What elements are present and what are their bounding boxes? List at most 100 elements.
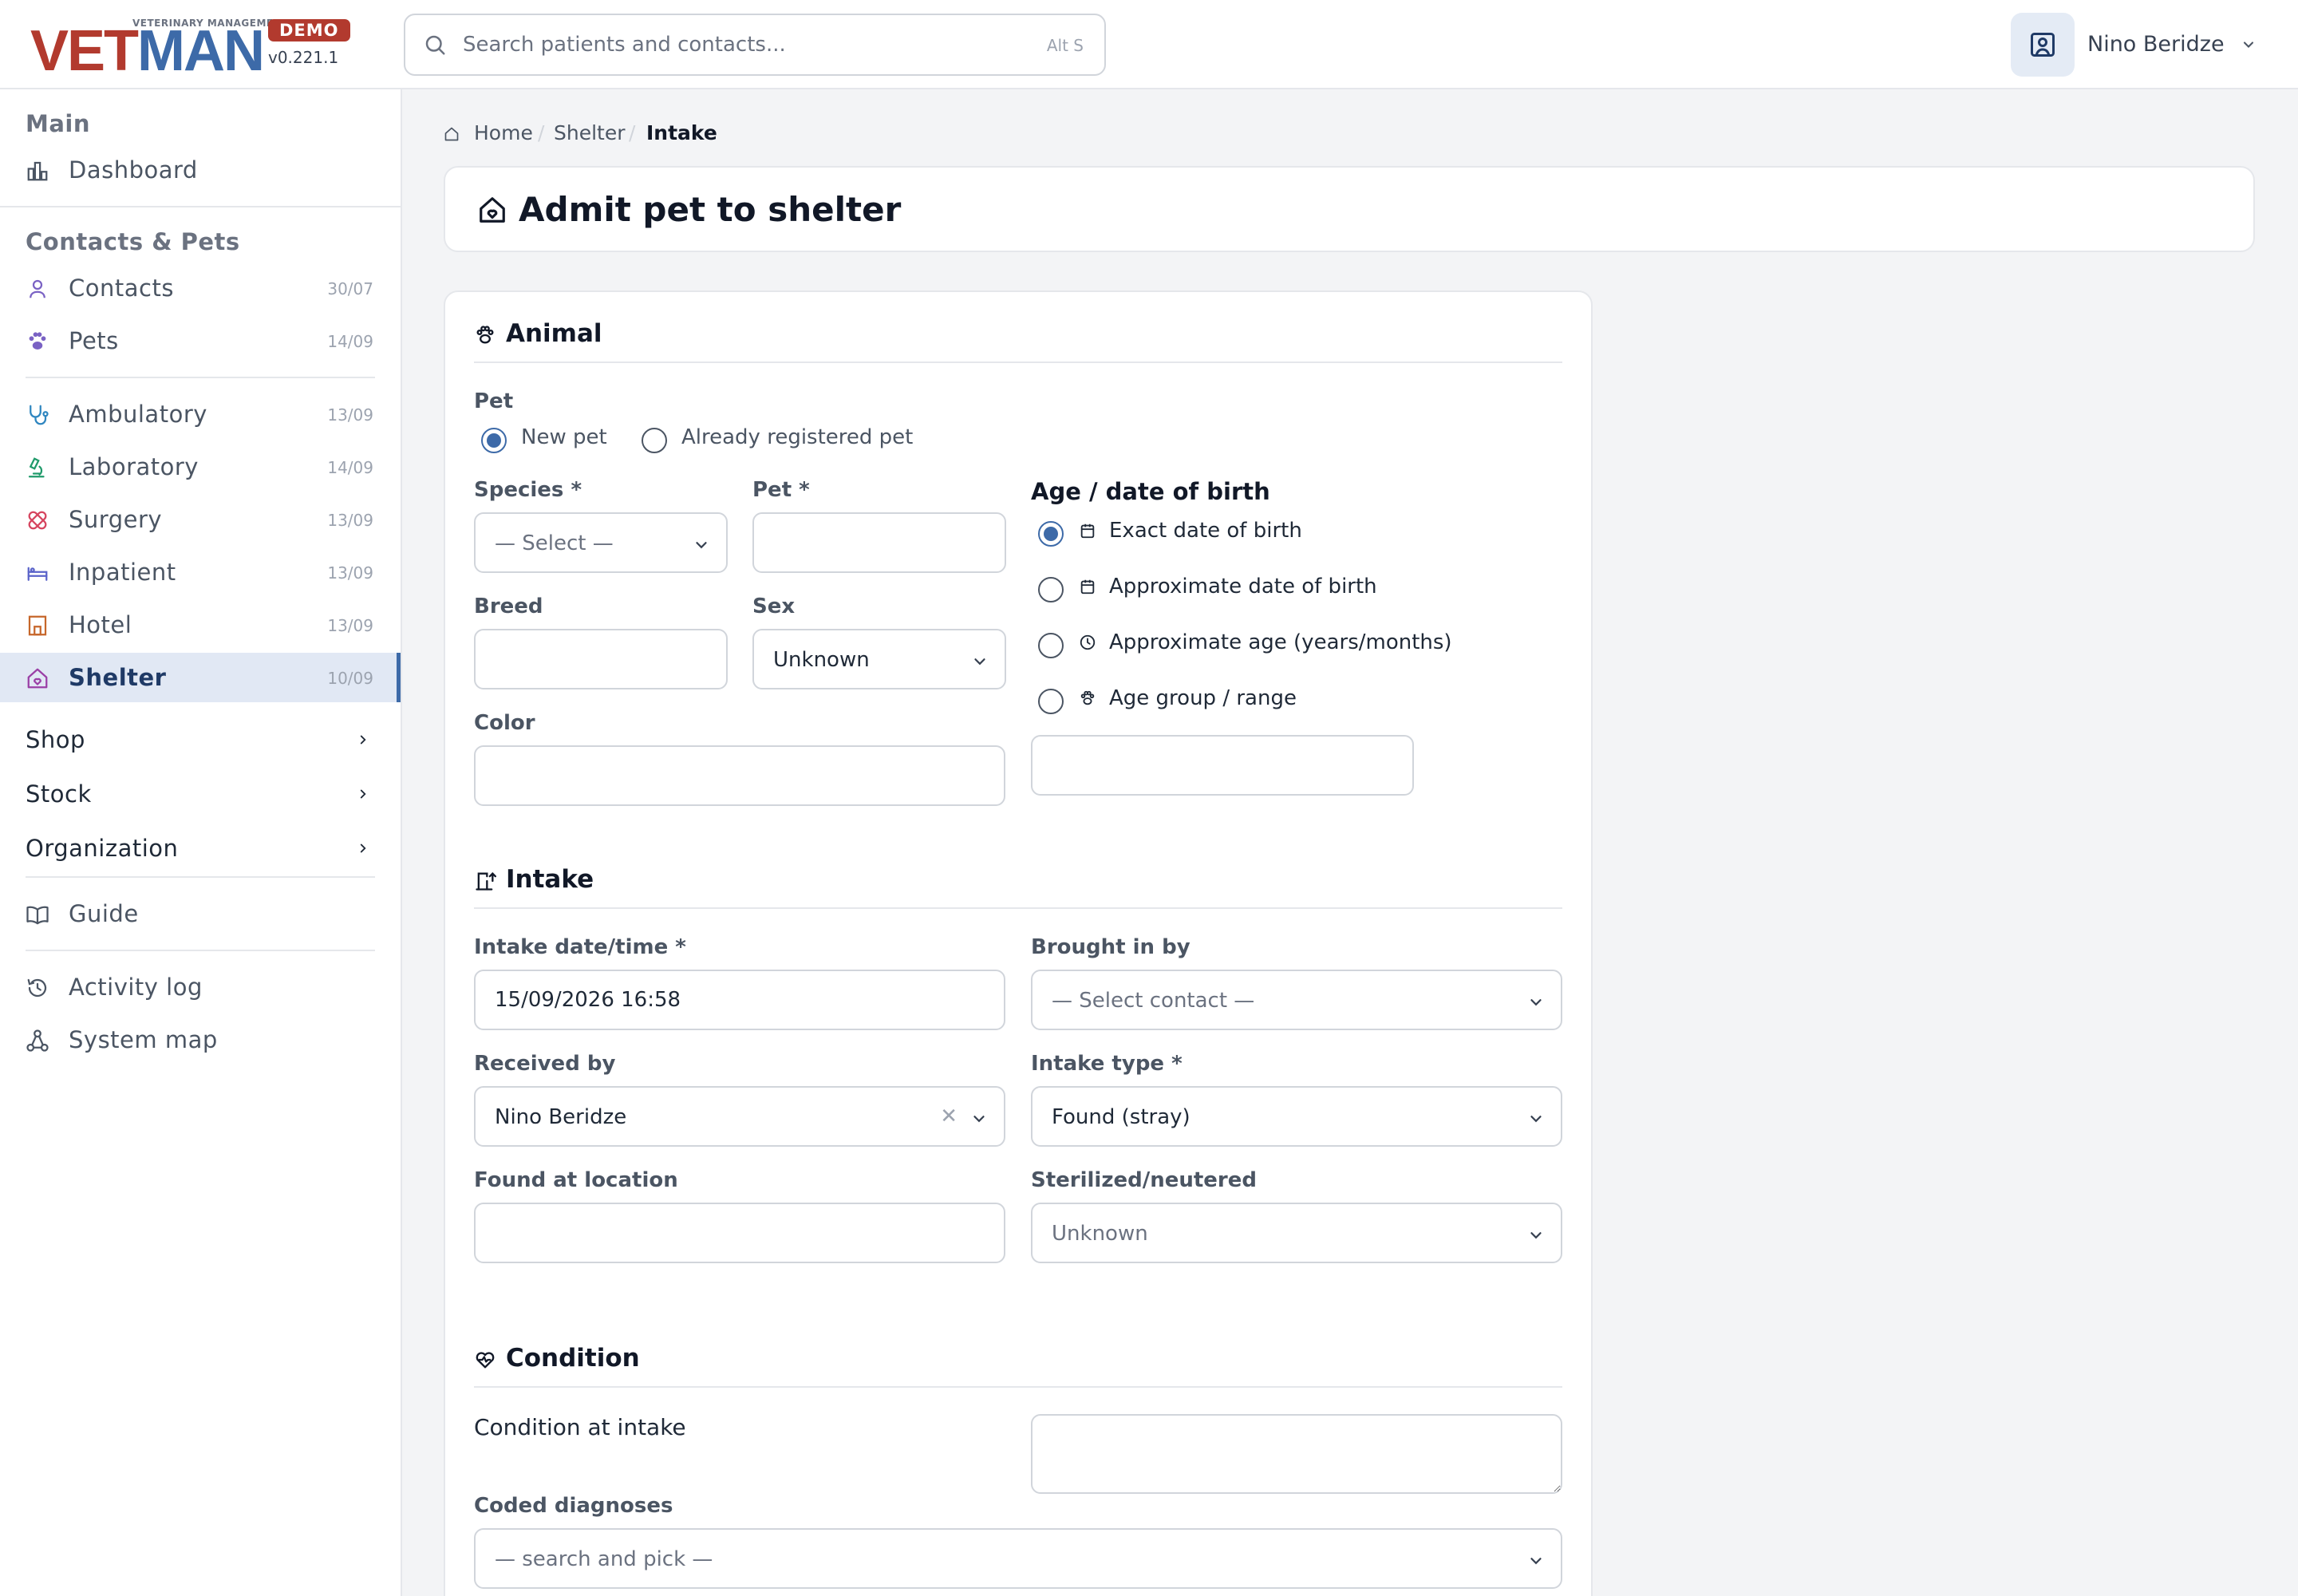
sidebar-item-ambulatory[interactable]: Ambulatory 13/09 [0,389,401,439]
radio-new-pet[interactable] [481,428,507,453]
age-label: Age / date of birth [1031,478,1270,505]
dob-input[interactable] [1031,735,1414,796]
section-intake-title: Intake [506,865,594,894]
sidebar-item-label: Activity log [69,974,203,1001]
house-heart-icon [26,666,49,690]
diagram-icon [26,1029,49,1053]
species-select[interactable]: — Select — [474,512,728,573]
sidebar-item-shelter[interactable]: Shelter 10/09 [0,653,401,702]
breadcrumb-shelter[interactable]: Shelter [554,121,626,144]
sidebar-item-inpatient[interactable]: Inpatient 13/09 [0,547,401,597]
sidebar-item-label: Surgery [69,506,163,533]
breadcrumb-current: Intake [646,121,717,144]
user-avatar[interactable] [2011,13,2075,77]
clear-icon[interactable]: ✕ [940,1104,958,1128]
sidebar-item-hotel[interactable]: Hotel 13/09 [0,600,401,650]
sidebar-item-label: Guide [69,900,139,927]
sidebar-item-count: 13/09 [327,511,373,530]
sidebar-item-label: Inpatient [69,559,176,586]
radio-exact-dob[interactable] [1038,521,1064,547]
app-version: v0.221.1 [268,48,339,67]
home-icon[interactable] [444,124,460,147]
sidebar-item-label: Stock [26,780,92,808]
bar-chart-icon [26,159,49,183]
received-by-label: Received by [474,1052,616,1076]
breadcrumb-home[interactable]: Home [474,121,533,144]
search-box[interactable]: Alt S [404,14,1106,76]
sterilized-select[interactable]: Unknown [1031,1203,1562,1263]
sterilized-select-value: Unknown [1052,1222,1148,1246]
sex-select[interactable]: Unknown [752,629,1006,689]
pet-name-input[interactable] [752,512,1006,573]
radio-age-group-label[interactable]: Age group / range [1109,686,1297,710]
intake-type-select[interactable]: Found (stray) [1031,1086,1562,1147]
nav-divider [26,377,375,378]
radio-exact-dob-label[interactable]: Exact date of birth [1109,519,1302,543]
chevron-down-icon[interactable] [2241,37,2257,56]
sidebar-item-count: 13/09 [327,405,373,425]
person-icon [26,277,49,301]
coded-diagnoses-select[interactable]: — search and pick — [474,1528,1562,1589]
sidebar-item-label: Laboratory [69,453,199,480]
sidebar-item-guide[interactable]: Guide [0,889,401,938]
nav-divider [26,876,375,878]
user-menu[interactable]: Nino Beridze [2011,13,2274,77]
intake-datetime-input[interactable] [474,970,1005,1030]
search-input[interactable] [463,26,958,63]
found-location-label: Found at location [474,1168,678,1192]
stethoscope-icon [26,403,49,427]
sidebar-item-shop[interactable]: Shop [0,715,401,764]
sidebar-item-system-map[interactable]: System map [0,1015,401,1065]
search-icon [423,33,447,57]
sidebar-item-organization[interactable]: Organization [0,824,401,873]
heart-pulse-icon [474,1349,496,1374]
paw-icon [26,330,49,354]
radio-age-group[interactable] [1038,689,1064,714]
radio-new-pet-label[interactable]: New pet [521,425,607,449]
sidebar-item-count: 30/07 [327,279,373,298]
door-enter-icon [474,870,496,895]
breed-label: Breed [474,595,543,618]
sidebar-item-label: Ambulatory [69,401,207,428]
condition-textarea[interactable] [1031,1414,1562,1494]
sidebar-item-count: 13/09 [327,616,373,635]
sidebar-item-pets[interactable]: Pets 14/09 [0,316,401,365]
radio-approx-dob-label[interactable]: Approximate date of birth [1109,575,1377,598]
pet-mode-label: Pet [474,389,514,413]
sidebar-item-stock[interactable]: Stock [0,769,401,819]
top-bar: VETERINARY MANAGEMENT VETMAN DEMO v0.221… [0,0,2298,89]
chevron-down-icon [693,536,710,557]
radio-registered-pet[interactable] [642,428,667,453]
radio-approx-age-label[interactable]: Approximate age (years/months) [1109,630,1452,654]
radio-registered-pet-label[interactable]: Already registered pet [681,425,913,449]
clock-icon [1079,634,1096,654]
user-portrait-icon [2031,33,2055,57]
radio-approx-dob[interactable] [1038,577,1064,602]
history-icon [26,976,49,1000]
received-by-select[interactable]: Nino Beridze ✕ [474,1086,1005,1147]
logo-wordmark: VETMAN [30,22,265,80]
nav-divider [26,950,375,951]
sidebar-item-dashboard[interactable]: Dashboard [0,145,401,195]
sex-select-value: Unknown [773,648,870,672]
sidebar-item-contacts[interactable]: Contacts 30/07 [0,263,401,313]
sidebar-item-label: Contacts [69,275,174,302]
search-shortcut-hint: Alt S [1046,36,1084,55]
sidebar-item-count: 13/09 [327,563,373,583]
nav-divider [0,206,401,207]
sidebar-item-laboratory[interactable]: Laboratory 14/09 [0,442,401,492]
app-logo[interactable]: VETERINARY MANAGEMENT VETMAN DEMO v0.221… [30,18,350,80]
chevron-right-icon [356,841,370,859]
section-animal-title: Animal [506,319,602,348]
breed-input[interactable] [474,629,728,689]
radio-approx-age[interactable] [1038,633,1064,658]
pet-name-label: Pet * [752,478,810,502]
sidebar-item-activity-log[interactable]: Activity log [0,962,401,1012]
color-input[interactable] [474,745,1005,806]
found-location-input[interactable] [474,1203,1005,1263]
section-condition-title: Condition [506,1344,640,1373]
sidebar-item-label: Organization [26,835,179,862]
sidebar-item-surgery[interactable]: Surgery 13/09 [0,495,401,544]
brought-by-select[interactable]: — Select contact — [1031,970,1562,1030]
intake-type-select-value: Found (stray) [1052,1105,1190,1129]
